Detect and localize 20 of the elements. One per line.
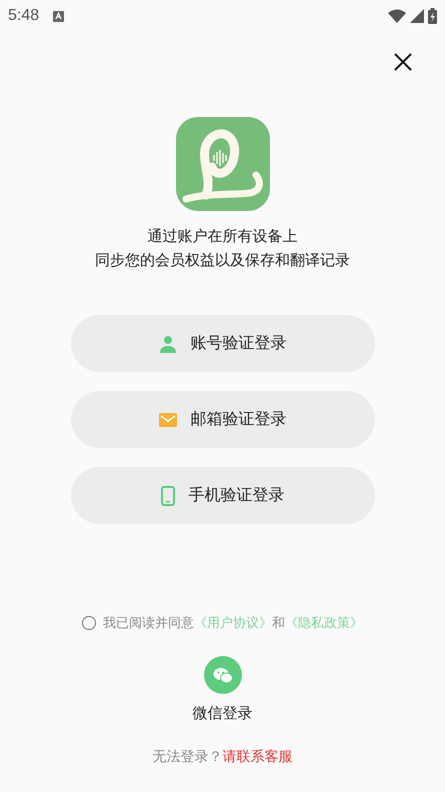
- help-text: 无法登录？: [152, 748, 222, 766]
- contact-support-link[interactable]: 请联系客服: [222, 748, 292, 766]
- login-button[interactable]: 账号验证登录: [70, 315, 374, 372]
- battery-icon: [428, 8, 437, 24]
- login-button[interactable]: 邮箱验证登录: [70, 391, 374, 448]
- wechat-login-label: 微信登录: [192, 704, 252, 723]
- envelope-icon: [158, 412, 176, 426]
- person-icon: [158, 334, 176, 352]
- login-button[interactable]: 手机验证登录: [70, 467, 374, 524]
- agree-checkbox[interactable]: [82, 616, 96, 630]
- close-button[interactable]: [393, 52, 413, 72]
- phone-icon: [160, 486, 174, 506]
- subtitle-line: 同步您的会员权益以及保存和翻译记录: [95, 251, 350, 270]
- agreement-text: 我已阅读并同意《用户协议》和《隐私政策》: [103, 615, 363, 632]
- wifi-icon: [388, 9, 406, 23]
- keyboard-icon: [53, 10, 64, 22]
- status-time: 5:48: [8, 7, 40, 25]
- chat-bubbles-icon: [212, 666, 232, 684]
- signal-icon: [410, 9, 424, 23]
- subtitle-line: 通过账户在所有设备上: [148, 227, 298, 246]
